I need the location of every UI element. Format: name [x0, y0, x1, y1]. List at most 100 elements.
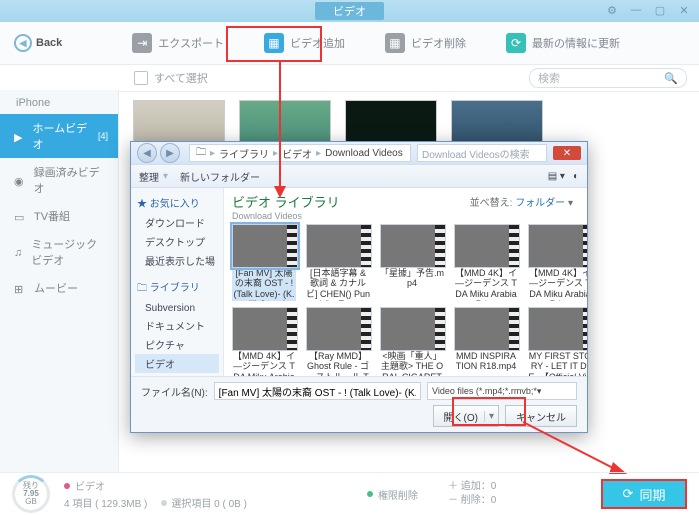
- perm-dot-icon: [367, 491, 373, 497]
- dialog-titlebar: ◀ ▶ 🗀 ▸ライブラリ ▸ビデオ ▸Download Videos Downl…: [131, 142, 587, 164]
- add-value: 0: [491, 481, 497, 492]
- dialog-search-input[interactable]: Download Videosの検索: [417, 144, 547, 162]
- sidebar-item-label: ホームビデオ: [33, 120, 90, 152]
- file-name: 【MMD 4K】イ―ジーデンス TDA Miku Arabian Princ..…: [454, 268, 518, 301]
- cancel-button[interactable]: キャンセル: [505, 405, 577, 427]
- maximize-icon[interactable]: ▢: [651, 3, 669, 17]
- file-item[interactable]: 【MMD 4K】イ―ジーデンス TDA Miku Arabian Princ..…: [232, 307, 296, 376]
- breadcrumb-part[interactable]: Download Videos: [325, 148, 403, 159]
- file-thumb-icon: [454, 307, 520, 351]
- sidebar-item-label: 録画済みビデオ: [34, 164, 108, 196]
- file-item[interactable]: 【MMD 4K】イ―ジーデンス TDA Miku Arabian Princ..…: [454, 224, 518, 301]
- add-video-button[interactable]: ▦ ビデオ追加: [264, 33, 345, 53]
- nav-subversion[interactable]: Subversion: [135, 301, 219, 316]
- app-title: ビデオ: [315, 2, 384, 20]
- delete-video-icon: ▦: [385, 33, 405, 53]
- minimize-icon[interactable]: —: [627, 3, 645, 17]
- open-file-dialog: ◀ ▶ 🗀 ▸ライブラリ ▸ビデオ ▸Download Videos Downl…: [130, 141, 588, 433]
- sidebar-item-movie[interactable]: ⊞ ムービー: [0, 274, 118, 302]
- view-icon[interactable]: ▤ ▾: [548, 171, 565, 182]
- file-item[interactable]: 【Ray MMD】Ghost Rule - ゴーストルール TDA Yowane…: [306, 307, 370, 376]
- home-video-icon: ▶: [14, 131, 25, 141]
- file-name: MY FIRST STORY - LET IT DIE -【Official V…: [528, 351, 587, 376]
- del-value: 0: [491, 495, 497, 506]
- file-item[interactable]: 【MMD 4K】イ―ジーデンス TDA Miku Arabian Princ..…: [528, 224, 587, 301]
- back-arrow-icon: ◀: [14, 34, 32, 52]
- refresh-icon: ⟳: [506, 33, 526, 53]
- sidebar-item-home-video[interactable]: ▶ ホームビデオ [4]: [0, 114, 118, 158]
- movie-icon: ⊞: [14, 283, 26, 293]
- breadcrumb-part[interactable]: ビデオ: [282, 146, 312, 161]
- new-folder-button[interactable]: 新しいフォルダー: [180, 169, 260, 184]
- folder-icon: 🗀: [196, 145, 206, 162]
- file-list-pane: ビデオ ライブラリ Download Videos 並べ替え: フォルダー ▾ …: [224, 188, 587, 376]
- dialog-footer: ファイル名(N): Video files (*.mp4;*.rmvb;* ▾ …: [131, 376, 587, 432]
- recorded-icon: ◉: [14, 175, 26, 185]
- music-video-icon: ♫: [14, 247, 23, 257]
- nav-back-icon[interactable]: ◀: [137, 143, 157, 163]
- file-item[interactable]: [日本語字幕 & 歌詞 & カナルビ] CHEN() Punch() - Eve…: [306, 224, 370, 301]
- sidebar-item-recorded[interactable]: ◉ 録画済みビデオ: [0, 158, 118, 202]
- file-thumb-icon: [306, 307, 372, 351]
- nav-videos[interactable]: ビデオ: [135, 354, 219, 373]
- file-name: 【MMD 4K】イ―ジーデンス TDA Miku Arabian Princ..…: [232, 351, 296, 376]
- filetype-filter[interactable]: Video files (*.mp4;*.rmvb;* ▾: [427, 382, 577, 400]
- filename-input[interactable]: [214, 382, 421, 400]
- file-thumb-icon: [528, 224, 587, 268]
- dialog-close-icon[interactable]: ✕: [553, 146, 581, 160]
- refresh-label: 最新の情報に更新: [532, 35, 620, 51]
- add-video-icon: ▦: [264, 33, 284, 53]
- open-button[interactable]: 開く(O): [433, 405, 499, 427]
- nav-desktop[interactable]: デスクトップ: [135, 232, 219, 251]
- file-item[interactable]: MMD INSPIRATION R18.mp4: [454, 307, 518, 376]
- nav-pictures[interactable]: ピクチャ: [135, 335, 219, 354]
- back-button[interactable]: ◀ Back: [14, 34, 62, 52]
- nav-documents[interactable]: ドキュメント: [135, 316, 219, 335]
- export-label: エクスポート: [158, 35, 224, 51]
- file-name: 【Ray MMD】Ghost Rule - ゴーストルール TDA Yowane…: [306, 351, 370, 376]
- sidebar-item-music-video[interactable]: ♫ ミュージックビデオ: [0, 230, 118, 274]
- nav-libraries[interactable]: 🗀 ライブラリ: [135, 276, 219, 301]
- tv-icon: ▭: [14, 211, 26, 221]
- file-thumb-icon: [380, 224, 446, 268]
- nav-favorites[interactable]: ★ お気に入り: [135, 192, 219, 213]
- file-name: <映画「重人」主題歌> THE ORAL CIGARETTES...: [380, 351, 444, 376]
- export-button[interactable]: ⇥ エクスポート: [132, 33, 224, 53]
- search-input[interactable]: 検索 🔍: [529, 68, 687, 88]
- dialog-search-placeholder: Download Videosの検索: [422, 146, 530, 161]
- close-icon[interactable]: ✕: [675, 3, 693, 17]
- sync-label: 同期: [639, 485, 665, 504]
- video-dot-icon: [64, 483, 70, 489]
- sidebar-item-tv[interactable]: ▭ TV番組: [0, 202, 118, 230]
- refresh-button[interactable]: ⟳ 最新の情報に更新: [506, 33, 620, 53]
- file-thumb-icon: [454, 224, 520, 268]
- dialog-toolbar: 整理 ▾ 新しいフォルダー ▤ ▾ ◐: [131, 164, 587, 188]
- del-label: 削除：: [461, 495, 491, 506]
- file-item[interactable]: [Fan MV] 太陽の末裔 OST - ! (Talk Love)- (K.w…: [232, 224, 296, 301]
- organize-menu[interactable]: 整理: [139, 169, 159, 184]
- file-item[interactable]: MY FIRST STORY - LET IT DIE -【Official V…: [528, 307, 587, 376]
- selection-summary: 選択項目 0 ( 0B ): [171, 495, 247, 510]
- breadcrumb[interactable]: 🗀 ▸ライブラリ ▸ビデオ ▸Download Videos: [189, 144, 411, 162]
- nav-recent[interactable]: 最近表示した場: [135, 251, 219, 270]
- gear-icon[interactable]: ⚙: [603, 3, 621, 17]
- delete-video-label: ビデオ削除: [411, 35, 466, 51]
- help-icon[interactable]: ◐: [573, 171, 579, 182]
- main-toolbar: ◀ Back ⇥ エクスポート ▦ ビデオ追加 ▦ ビデオ削除 ⟳ 最新の情報に…: [0, 22, 699, 65]
- perm-del-label: 権限削除: [378, 487, 418, 502]
- breadcrumb-part[interactable]: ライブラリ: [219, 146, 269, 161]
- nav-downloads[interactable]: ダウンロード: [135, 213, 219, 232]
- select-all-checkbox[interactable]: [134, 71, 148, 85]
- sort-control[interactable]: 並べ替え: フォルダー ▾: [470, 194, 573, 209]
- search-placeholder: 検索: [538, 70, 560, 86]
- device-name: iPhone: [16, 97, 50, 109]
- file-item[interactable]: <映画「重人」主題歌> THE ORAL CIGARETTES...: [380, 307, 444, 376]
- sidebar: iPhone ▶ ホームビデオ [4] ◉ 録画済みビデオ ▭ TV番組 ♫ ミ…: [0, 90, 119, 473]
- file-thumb-icon: [380, 307, 446, 351]
- export-icon: ⇥: [132, 33, 152, 53]
- sync-button[interactable]: ⟳ 同期: [601, 479, 687, 509]
- file-name: [日本語字幕 & 歌詞 & カナルビ] CHEN() Punch() - Eve…: [306, 268, 370, 301]
- nav-forward-icon[interactable]: ▶: [160, 143, 180, 163]
- file-item[interactable]: 「星據」予告.mp4: [380, 224, 444, 301]
- delete-video-button[interactable]: ▦ ビデオ削除: [385, 33, 466, 53]
